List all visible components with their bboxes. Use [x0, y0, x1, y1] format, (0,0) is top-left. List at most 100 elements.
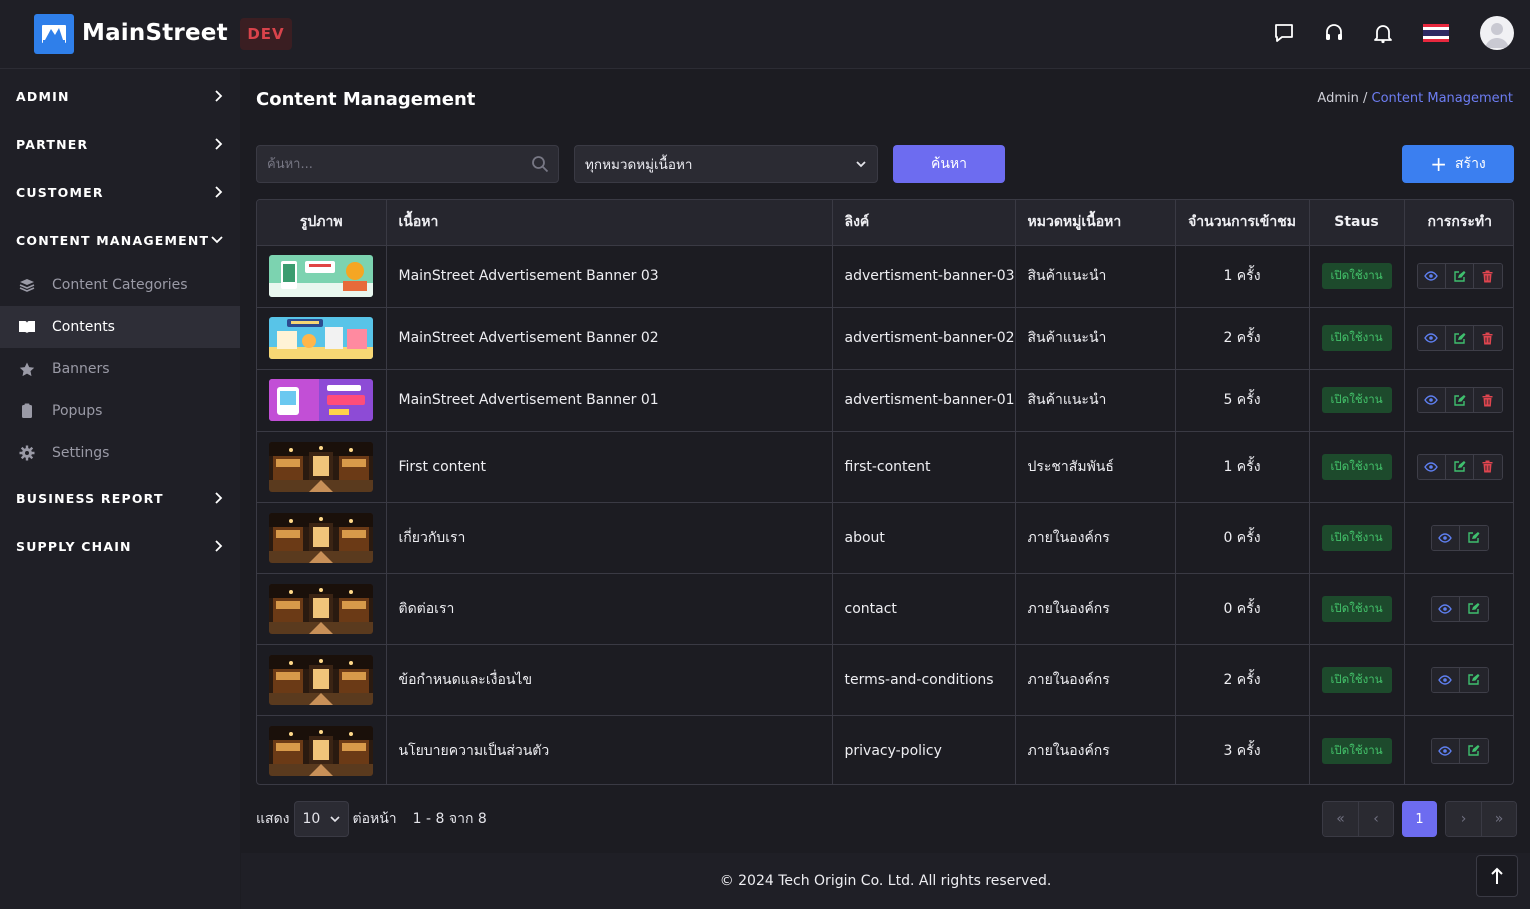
footer: © 2024 Tech Origin Co. Ltd. All rights r…	[241, 853, 1530, 909]
breadcrumb-current: Content Management	[1371, 91, 1513, 106]
view-icon[interactable]	[1417, 264, 1446, 288]
edit-icon[interactable]	[1459, 667, 1488, 692]
column-header: เนื้อหา	[386, 200, 833, 246]
app-name[interactable]: MainStreet	[82, 20, 228, 46]
pagination: « ‹ 1 › »	[1322, 801, 1517, 837]
edit-icon[interactable]	[1445, 326, 1474, 350]
edit-icon[interactable]	[1459, 596, 1488, 621]
content-link: terms-and-conditions	[832, 644, 1016, 716]
content-link: first-content	[832, 431, 1016, 503]
avatar[interactable]	[1480, 16, 1514, 50]
thumbnail-cell	[257, 245, 387, 308]
thumbnail-image	[269, 317, 373, 359]
page-size-value: 10	[302, 811, 321, 827]
nav-group-label: CUSTOMER	[16, 184, 104, 200]
content-link: privacy-policy	[832, 715, 1016, 784]
action-group	[1430, 737, 1489, 764]
table-row: MainStreet Advertisement Banner 03 advert…	[257, 245, 1513, 308]
chevron-right-icon	[215, 492, 223, 504]
content-category: ภายในองค์กร	[1015, 573, 1176, 645]
status-cell: เปิดใช้งาน	[1309, 369, 1405, 432]
nav-group-label: BUSINESS REPORT	[16, 490, 164, 506]
chevron-down-icon	[856, 161, 866, 168]
last-page-button[interactable]: »	[1481, 802, 1516, 836]
breadcrumb-admin[interactable]: Admin	[1317, 91, 1358, 106]
nav-group-supply-chain[interactable]: SUPPLY CHAIN	[0, 522, 240, 570]
category-select[interactable]: ทุกหมวดหมู่เนื้อหา	[574, 145, 878, 183]
thumbnail-cell	[257, 715, 387, 784]
status-cell: เปิดใช้งาน	[1309, 573, 1405, 645]
nav-group-admin[interactable]: ADMIN	[0, 72, 240, 120]
content-title: MainStreet Advertisement Banner 02	[386, 307, 833, 370]
actions-cell	[1404, 644, 1513, 716]
view-count: 0 ครั้ง	[1175, 502, 1310, 574]
nav-group-partner[interactable]: PARTNER	[0, 120, 240, 168]
sidebar-item-contents[interactable]: Contents	[0, 306, 240, 348]
search-input[interactable]	[257, 146, 558, 182]
edit-icon[interactable]	[1445, 454, 1474, 479]
search-icon[interactable]	[531, 155, 549, 177]
bell-icon[interactable]	[1371, 20, 1395, 46]
delete-icon[interactable]	[1473, 454, 1502, 479]
edit-icon[interactable]	[1445, 264, 1474, 288]
sidebar-item-content-categories[interactable]: Content Categories	[0, 264, 240, 306]
view-icon[interactable]	[1431, 525, 1460, 550]
view-icon[interactable]	[1431, 738, 1460, 763]
arrow-up-icon	[1491, 867, 1503, 884]
content-category: ภายในองค์กร	[1015, 644, 1176, 716]
nav-group-business-report[interactable]: BUSINESS REPORT	[0, 474, 240, 522]
action-group	[1416, 387, 1503, 413]
scroll-to-top-button[interactable]	[1476, 855, 1518, 897]
search-button[interactable]: ค้นหา	[893, 145, 1005, 183]
nav-group-label: ADMIN	[16, 88, 70, 104]
page-button-current[interactable]: 1	[1402, 801, 1437, 837]
edit-icon[interactable]	[1459, 525, 1488, 550]
table-row: MainStreet Advertisement Banner 02 advert…	[257, 307, 1513, 370]
sidebar-item-popups[interactable]: Popups	[0, 390, 240, 432]
next-page-button[interactable]: ›	[1446, 802, 1481, 836]
thai-flag-icon[interactable]	[1422, 20, 1449, 46]
action-group	[1416, 325, 1503, 351]
delete-icon[interactable]	[1473, 388, 1502, 412]
view-icon[interactable]	[1417, 388, 1446, 412]
view-count: 1 ครั้ง	[1175, 245, 1310, 308]
breadcrumb-separator: /	[1358, 91, 1372, 106]
content-title: ข้อกำหนดและเงื่อนไข	[386, 644, 833, 716]
nav-group-content-management[interactable]: CONTENT MANAGEMENT	[0, 216, 240, 264]
column-header: รูปภาพ	[257, 200, 387, 246]
page-size-select[interactable]: 10	[293, 801, 349, 837]
view-icon[interactable]	[1417, 326, 1446, 350]
delete-icon[interactable]	[1473, 264, 1502, 288]
action-group	[1416, 263, 1503, 289]
sidebar-item-label: Content Categories	[52, 277, 188, 293]
nav-group-customer[interactable]: CUSTOMER	[0, 168, 240, 216]
headset-icon[interactable]	[1322, 20, 1346, 46]
view-icon[interactable]	[1417, 454, 1446, 479]
sidebar-item-label: Settings	[52, 445, 110, 461]
actions-cell	[1404, 245, 1513, 308]
sidebar-item-banners[interactable]: Banners	[0, 348, 240, 390]
thumbnail-cell	[257, 644, 387, 716]
table-row: MainStreet Advertisement Banner 01 advert…	[257, 369, 1513, 432]
view-icon[interactable]	[1431, 596, 1460, 621]
env-badge: DEV	[240, 18, 292, 50]
view-icon[interactable]	[1431, 667, 1460, 692]
logo-icon[interactable]	[34, 14, 74, 54]
status-badge: เปิดใช้งาน	[1321, 595, 1392, 622]
chat-icon[interactable]	[1272, 20, 1296, 46]
first-page-button[interactable]: «	[1323, 802, 1358, 836]
status-cell: เปิดใช้งาน	[1309, 431, 1405, 503]
sidebar-item-settings[interactable]: Settings	[0, 432, 240, 474]
actions-cell	[1404, 431, 1513, 503]
edit-icon[interactable]	[1459, 738, 1488, 763]
content-link: about	[832, 502, 1016, 574]
action-group	[1430, 524, 1489, 551]
prev-page-button[interactable]: ‹	[1358, 802, 1393, 836]
delete-icon[interactable]	[1473, 326, 1502, 350]
create-button[interactable]: + สร้าง	[1402, 145, 1514, 183]
table-row: เกี่ยวกับเรา about ภายในองค์กร 0 ครั้ง เปิดใ…	[257, 502, 1513, 574]
table-row: First content first-content ประชาสัมพันธ์ 1…	[257, 431, 1513, 503]
edit-icon[interactable]	[1445, 388, 1474, 412]
chevron-right-icon	[215, 138, 223, 150]
thumbnail-image	[269, 255, 373, 297]
